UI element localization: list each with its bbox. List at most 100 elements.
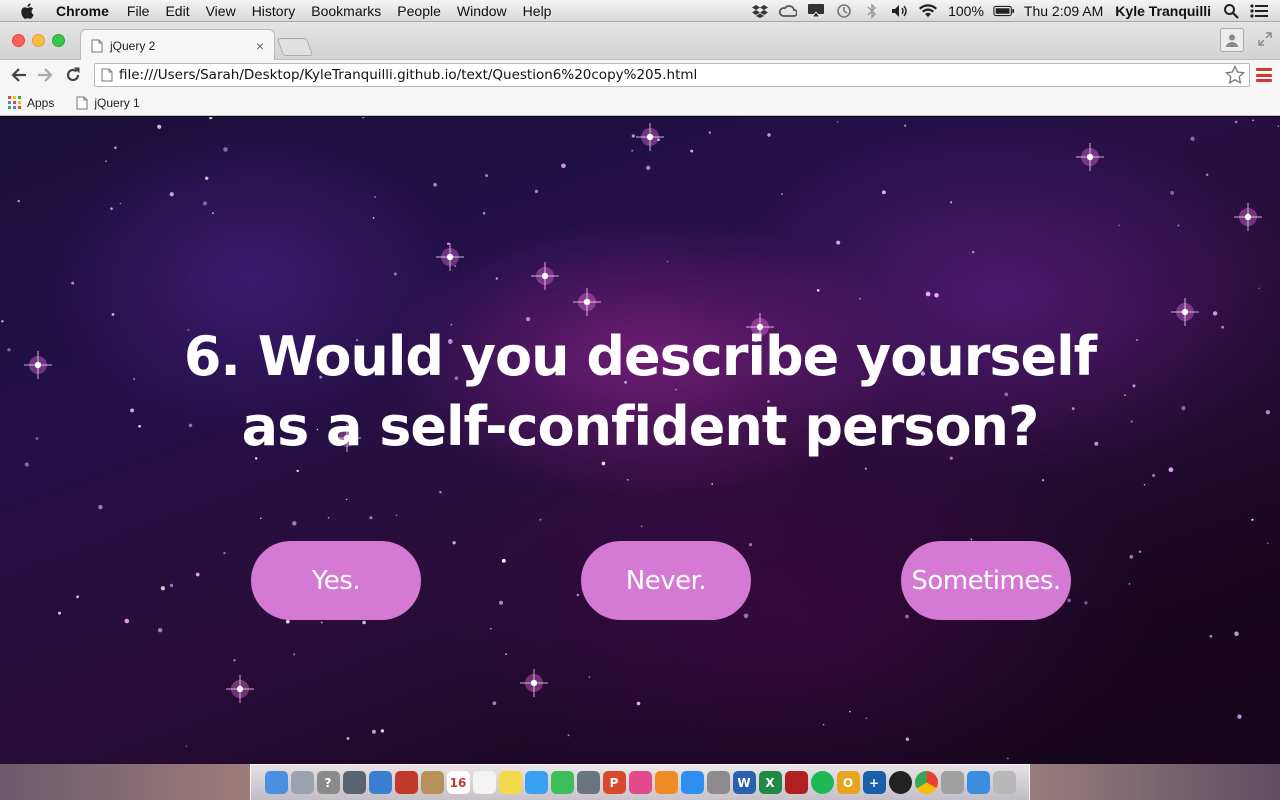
- messages-icon[interactable]: [524, 771, 548, 794]
- help-icon[interactable]: ?: [316, 771, 340, 794]
- tab-close-icon[interactable]: ×: [256, 38, 264, 54]
- star: [71, 281, 75, 285]
- bookmark-star-icon[interactable]: [1225, 65, 1245, 85]
- star: [202, 201, 208, 206]
- wifi-icon[interactable]: [917, 0, 939, 22]
- facetime-icon[interactable]: [550, 771, 574, 794]
- url-text[interactable]: file:///Users/Sarah/Desktop/KyleTranquil…: [119, 67, 697, 83]
- menu-help[interactable]: Help: [515, 0, 560, 22]
- creative-cloud-icon[interactable]: [777, 0, 799, 22]
- image-capture-icon[interactable]: [576, 771, 600, 794]
- spotify-icon[interactable]: [810, 771, 834, 794]
- calendar-icon[interactable]: 16: [446, 771, 470, 794]
- answer-never-button[interactable]: Never.: [581, 541, 751, 620]
- battery-icon[interactable]: [993, 0, 1015, 22]
- window-zoom-button[interactable]: [52, 34, 65, 47]
- ibooks-icon[interactable]: [654, 771, 678, 794]
- outlook-icon[interactable]: O: [836, 771, 860, 794]
- spotlight-icon[interactable]: [1220, 0, 1242, 22]
- github-icon[interactable]: [888, 771, 912, 794]
- activity-monitor-icon[interactable]: [342, 771, 366, 794]
- reload-button[interactable]: [62, 64, 84, 86]
- volume-icon[interactable]: [889, 0, 911, 22]
- star: [372, 217, 375, 219]
- airplay-icon[interactable]: [805, 0, 827, 22]
- star: [439, 490, 442, 494]
- star: [160, 586, 166, 591]
- itunes-icon[interactable]: [628, 771, 652, 794]
- dropbox-icon[interactable]: [749, 0, 771, 22]
- downloads-icon[interactable]: [966, 771, 990, 794]
- star: [1067, 598, 1071, 603]
- star: [393, 272, 397, 276]
- star: [576, 593, 580, 597]
- window-minimize-button[interactable]: [32, 34, 45, 47]
- powerpoint-icon[interactable]: P: [602, 771, 626, 794]
- star: [864, 467, 867, 470]
- star: [205, 176, 209, 180]
- documents-icon[interactable]: [940, 771, 964, 794]
- star: [1041, 479, 1045, 482]
- preview-icon[interactable]: [368, 771, 392, 794]
- bookmark-apps[interactable]: Apps: [0, 96, 62, 110]
- contacts-icon[interactable]: [420, 771, 444, 794]
- chrome-icon[interactable]: [914, 771, 938, 794]
- star: [749, 543, 753, 547]
- trash-icon[interactable]: [992, 771, 1016, 794]
- page-icon: [91, 39, 103, 52]
- stickies-icon[interactable]: [498, 771, 522, 794]
- system-preferences-icon[interactable]: [706, 771, 730, 794]
- app-store-icon[interactable]: [680, 771, 704, 794]
- star: [1170, 191, 1174, 195]
- forward-button[interactable]: [34, 64, 56, 86]
- star: [904, 124, 907, 127]
- star: [1258, 287, 1260, 289]
- launchpad-icon[interactable]: [290, 771, 314, 794]
- menu-app-chrome[interactable]: Chrome: [48, 0, 117, 22]
- chrome-menu-button[interactable]: [1256, 66, 1272, 84]
- star: [950, 201, 953, 204]
- new-tab-button[interactable]: [276, 38, 314, 56]
- bluetooth-icon[interactable]: [861, 0, 883, 22]
- apple-menu-icon[interactable]: [18, 1, 38, 21]
- bright-star: [636, 123, 664, 151]
- menu-view[interactable]: View: [198, 0, 244, 22]
- back-button[interactable]: [8, 64, 30, 86]
- menu-user[interactable]: Kyle Tranquilli: [1109, 0, 1217, 22]
- star: [1234, 120, 1238, 124]
- menu-people[interactable]: People: [389, 0, 449, 22]
- star: [505, 653, 508, 656]
- fullscreen-icon[interactable]: [1256, 30, 1274, 48]
- bright-star: [24, 351, 52, 379]
- menu-window[interactable]: Window: [449, 0, 515, 22]
- menu-clock[interactable]: Thu 2:09 AM: [1018, 0, 1109, 22]
- star: [636, 701, 641, 706]
- word-icon[interactable]: W: [732, 771, 756, 794]
- star: [133, 378, 136, 380]
- photo-booth-icon[interactable]: [394, 771, 418, 794]
- menu-file[interactable]: File: [119, 0, 158, 22]
- textwrangler-icon[interactable]: +: [862, 771, 886, 794]
- notification-center-icon[interactable]: [1248, 0, 1270, 22]
- star: [259, 517, 262, 520]
- textedit-icon[interactable]: [472, 771, 496, 794]
- answer-yes-button[interactable]: Yes.: [251, 541, 421, 620]
- excel-icon[interactable]: X: [758, 771, 782, 794]
- window-close-button[interactable]: [12, 34, 25, 47]
- star: [374, 196, 376, 198]
- finder-icon[interactable]: [264, 771, 288, 794]
- filezilla-icon[interactable]: [784, 771, 808, 794]
- menu-history[interactable]: History: [244, 0, 304, 22]
- star: [124, 618, 130, 624]
- star: [35, 437, 39, 440]
- star: [58, 611, 61, 615]
- answer-sometimes-button[interactable]: Sometimes.: [901, 541, 1071, 620]
- address-bar[interactable]: file:///Users/Sarah/Desktop/KyleTranquil…: [94, 63, 1250, 87]
- profile-button[interactable]: [1220, 28, 1244, 52]
- menu-bookmarks[interactable]: Bookmarks: [303, 0, 389, 22]
- bookmark-jquery-1[interactable]: jQuery 1: [68, 96, 147, 110]
- menu-edit[interactable]: Edit: [157, 0, 197, 22]
- time-machine-icon[interactable]: [833, 0, 855, 22]
- page-icon: [76, 96, 88, 109]
- tab-jquery-2[interactable]: jQuery 2 ×: [80, 29, 275, 61]
